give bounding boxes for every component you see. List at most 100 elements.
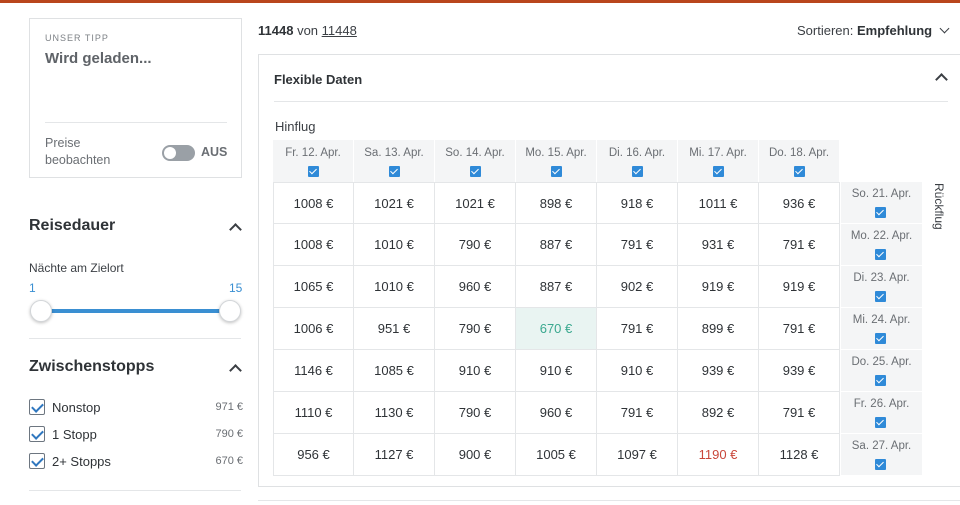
price-cell[interactable]: 790 € [435, 392, 516, 434]
stop-option-nonstop[interactable]: Nonstop 971 € [29, 398, 243, 416]
return-date-checkbox[interactable] [875, 291, 886, 302]
return-date-header: Fr. 26. Apr. [841, 392, 922, 434]
price-cell[interactable]: 791 € [759, 392, 840, 434]
price-cell[interactable]: 898 € [516, 182, 597, 224]
outbound-date-label: So. 14. Apr. [445, 147, 505, 159]
outbound-date-label: Mi. 17. Apr. [689, 147, 747, 159]
price-cell[interactable]: 910 € [516, 350, 597, 392]
price-cell[interactable]: 1146 € [273, 350, 354, 392]
price-cell[interactable]: 951 € [354, 308, 435, 350]
zwischenstopps-heading[interactable]: Zwischenstopps [29, 358, 243, 376]
slider-min-handle[interactable] [30, 300, 52, 322]
return-date-header: Di. 23. Apr. [841, 266, 922, 308]
price-cell[interactable]: 1010 € [354, 224, 435, 266]
collapse-flexible-dates-icon[interactable] [935, 73, 948, 86]
price-cell[interactable]: 1006 € [273, 308, 354, 350]
slider-max-handle[interactable] [219, 300, 241, 322]
return-date-checkbox[interactable] [875, 249, 886, 260]
price-cell[interactable]: 936 € [759, 182, 840, 224]
price-cell[interactable]: 918 € [597, 182, 678, 224]
outbound-date-header: Sa. 13. Apr. [354, 140, 435, 182]
flexible-dates-title[interactable]: Flexible Daten [274, 72, 362, 87]
return-date-header: Mi. 24. Apr. [841, 308, 922, 350]
price-cell[interactable]: 960 € [435, 266, 516, 308]
price-cell[interactable]: 1127 € [354, 434, 435, 476]
price-cell[interactable]: 910 € [597, 350, 678, 392]
outbound-date-checkbox[interactable] [632, 166, 643, 177]
price-cell[interactable]: 1010 € [354, 266, 435, 308]
price-cell[interactable]: 790 € [435, 224, 516, 266]
chevron-down-icon [939, 23, 950, 34]
stop-option-2plus-stopps[interactable]: 2+ Stopps 670 € [29, 452, 243, 470]
price-cell[interactable]: 919 € [759, 266, 840, 308]
stop-price: 971 € [215, 401, 243, 413]
outbound-date-checkbox[interactable] [551, 166, 562, 177]
results-total-link[interactable]: 11448 [322, 23, 357, 38]
price-cell[interactable]: 1065 € [273, 266, 354, 308]
price-cell[interactable]: 1021 € [354, 182, 435, 224]
price-cell[interactable]: 1008 € [273, 224, 354, 266]
price-cell[interactable]: 791 € [597, 224, 678, 266]
price-cell[interactable]: 887 € [516, 266, 597, 308]
return-date-checkbox[interactable] [875, 333, 886, 344]
checkbox-checked[interactable] [29, 453, 45, 469]
price-cell[interactable]: 900 € [435, 434, 516, 476]
outbound-date-label: Sa. 13. Apr. [364, 147, 424, 159]
nights-slider-track[interactable] [41, 309, 230, 313]
price-watch-toggle[interactable] [162, 145, 195, 161]
outbound-date-checkbox[interactable] [794, 166, 805, 177]
results-shown: 11448 [258, 23, 294, 38]
checkbox-checked[interactable] [29, 399, 45, 415]
outbound-date-checkbox[interactable] [389, 166, 400, 177]
return-date-label: Fr. 26. Apr. [853, 398, 910, 410]
price-cell[interactable]: 960 € [516, 392, 597, 434]
price-cell[interactable]: 1128 € [759, 434, 840, 476]
price-cell[interactable]: 1130 € [354, 392, 435, 434]
price-cell[interactable]: 791 € [759, 224, 840, 266]
reisedauer-heading[interactable]: Reisedauer [29, 217, 243, 235]
price-cell[interactable]: 919 € [678, 266, 759, 308]
price-cell[interactable]: 902 € [597, 266, 678, 308]
price-cell[interactable]: 887 € [516, 224, 597, 266]
stop-option-1-stopp[interactable]: 1 Stopp 790 € [29, 425, 243, 443]
outbound-date-checkbox[interactable] [308, 166, 319, 177]
tip-eyebrow: UNSER TIPP [45, 33, 109, 43]
price-cell[interactable]: 1011 € [678, 182, 759, 224]
price-cell[interactable]: 1008 € [273, 182, 354, 224]
price-cell[interactable]: 939 € [759, 350, 840, 392]
price-cell[interactable]: 899 € [678, 308, 759, 350]
outbound-date-header: Mo. 15. Apr. [516, 140, 597, 182]
price-cell[interactable]: 1110 € [273, 392, 354, 434]
price-cell[interactable]: 892 € [678, 392, 759, 434]
return-date-checkbox[interactable] [875, 459, 886, 470]
return-date-label: Di. 23. Apr. [853, 272, 910, 284]
return-date-checkbox[interactable] [875, 375, 886, 386]
outbound-label: Hinflug [275, 119, 316, 134]
price-cell[interactable]: 790 € [435, 308, 516, 350]
price-cell[interactable]: 931 € [678, 224, 759, 266]
price-cell[interactable]: 956 € [273, 434, 354, 476]
outbound-date-header: Mi. 17. Apr. [678, 140, 759, 182]
price-cell[interactable]: 1021 € [435, 182, 516, 224]
price-cell[interactable]: 791 € [759, 308, 840, 350]
range-max-value: 15 [229, 281, 243, 295]
price-cell[interactable]: 1005 € [516, 434, 597, 476]
price-cell[interactable]: 1085 € [354, 350, 435, 392]
outbound-date-checkbox[interactable] [713, 166, 724, 177]
return-date-checkbox[interactable] [875, 417, 886, 428]
divider [29, 338, 241, 339]
outbound-date-checkbox[interactable] [470, 166, 481, 177]
price-cell[interactable]: 670 € [516, 308, 597, 350]
price-cell[interactable]: 1190 € [678, 434, 759, 476]
price-cell[interactable]: 791 € [597, 392, 678, 434]
sort-dropdown[interactable]: Sortieren: Empfehlung [797, 23, 950, 38]
top-accent-bar [0, 0, 960, 3]
price-cell[interactable]: 910 € [435, 350, 516, 392]
return-date-label: Sa. 27. Apr. [851, 440, 912, 452]
price-cell[interactable]: 791 € [597, 308, 678, 350]
price-cell[interactable]: 1097 € [597, 434, 678, 476]
price-cell[interactable]: 939 € [678, 350, 759, 392]
nights-label: Nächte am Zielort [29, 261, 124, 275]
return-date-checkbox[interactable] [875, 207, 886, 218]
checkbox-checked[interactable] [29, 426, 45, 442]
